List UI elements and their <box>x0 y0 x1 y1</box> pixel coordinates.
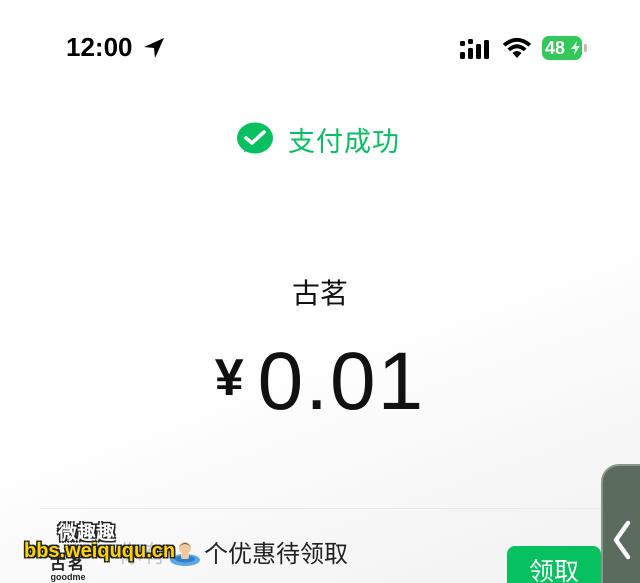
currency-symbol: ¥ <box>214 349 244 407</box>
brand-logo-en: goodme <box>50 572 86 582</box>
chevron-left-icon <box>613 520 631 560</box>
coupon-text-suffix: 个优惠待领取 <box>204 540 348 568</box>
claim-coupon-button[interactable]: 领取 <box>507 546 601 583</box>
status-time: 12:00 <box>66 32 133 62</box>
payment-amount: ¥0.01 <box>0 335 640 429</box>
payment-status-text: 支付成功 <box>288 126 400 158</box>
amount-value: 0.01 <box>257 336 426 427</box>
battery-level: 48 <box>545 38 566 58</box>
charging-bolt-icon <box>571 41 580 55</box>
wifi-icon <box>502 37 532 58</box>
cellular-signal-icon <box>460 39 489 59</box>
status-bar: 12:00 48 <box>0 0 640 90</box>
divider <box>40 508 640 509</box>
wechat-pay-check-icon <box>237 122 273 154</box>
merchant-name: 古茗 <box>291 277 348 310</box>
location-arrow-icon <box>144 38 164 58</box>
side-panel-handle[interactable] <box>601 464 640 583</box>
battery-charging-icon: 48 <box>542 36 582 60</box>
battery-cap <box>584 44 587 52</box>
payment-success-screen: 12:00 48 支付成功 古茗 ¥ 0.01 古茗 goodme 你有 个优惠… <box>0 0 640 583</box>
watermark-url: bbs.weiququ.cn <box>24 540 176 562</box>
payment-success-header: 支付成功 <box>236 118 400 160</box>
